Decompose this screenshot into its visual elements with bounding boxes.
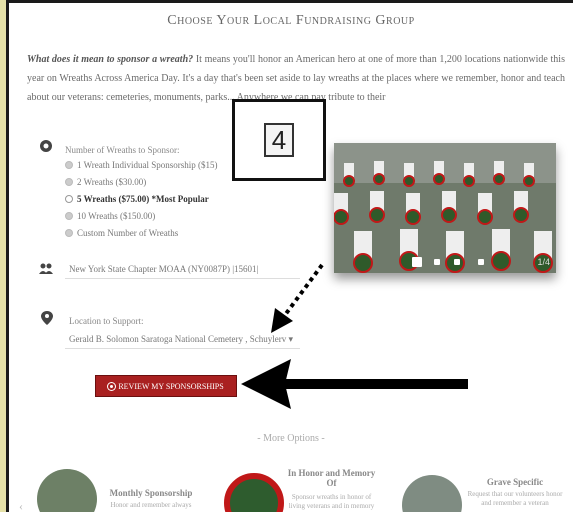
page-frame: Choose Your Local Fundraising Group What… xyxy=(6,0,573,512)
annotation-arrows xyxy=(241,263,468,409)
card-title-grave[interactable]: Grave Specific xyxy=(465,477,565,487)
solid-arrow-line xyxy=(279,379,468,389)
card-text-grave: Request that our volunteers honor and re… xyxy=(467,490,563,507)
card-text-honor: Sponsor wreaths in honor of living veter… xyxy=(288,493,375,510)
chevron-left-icon[interactable]: ‹ xyxy=(19,499,23,512)
solid-arrow-head xyxy=(241,359,291,409)
card-text-monthly: Honor and remember always xyxy=(110,501,192,509)
card-title-monthly[interactable]: Monthly Sponsorship xyxy=(101,488,201,498)
dotted-arrow-line xyxy=(283,263,324,317)
card-title-honor[interactable]: In Honor and Memory Of xyxy=(284,468,379,488)
